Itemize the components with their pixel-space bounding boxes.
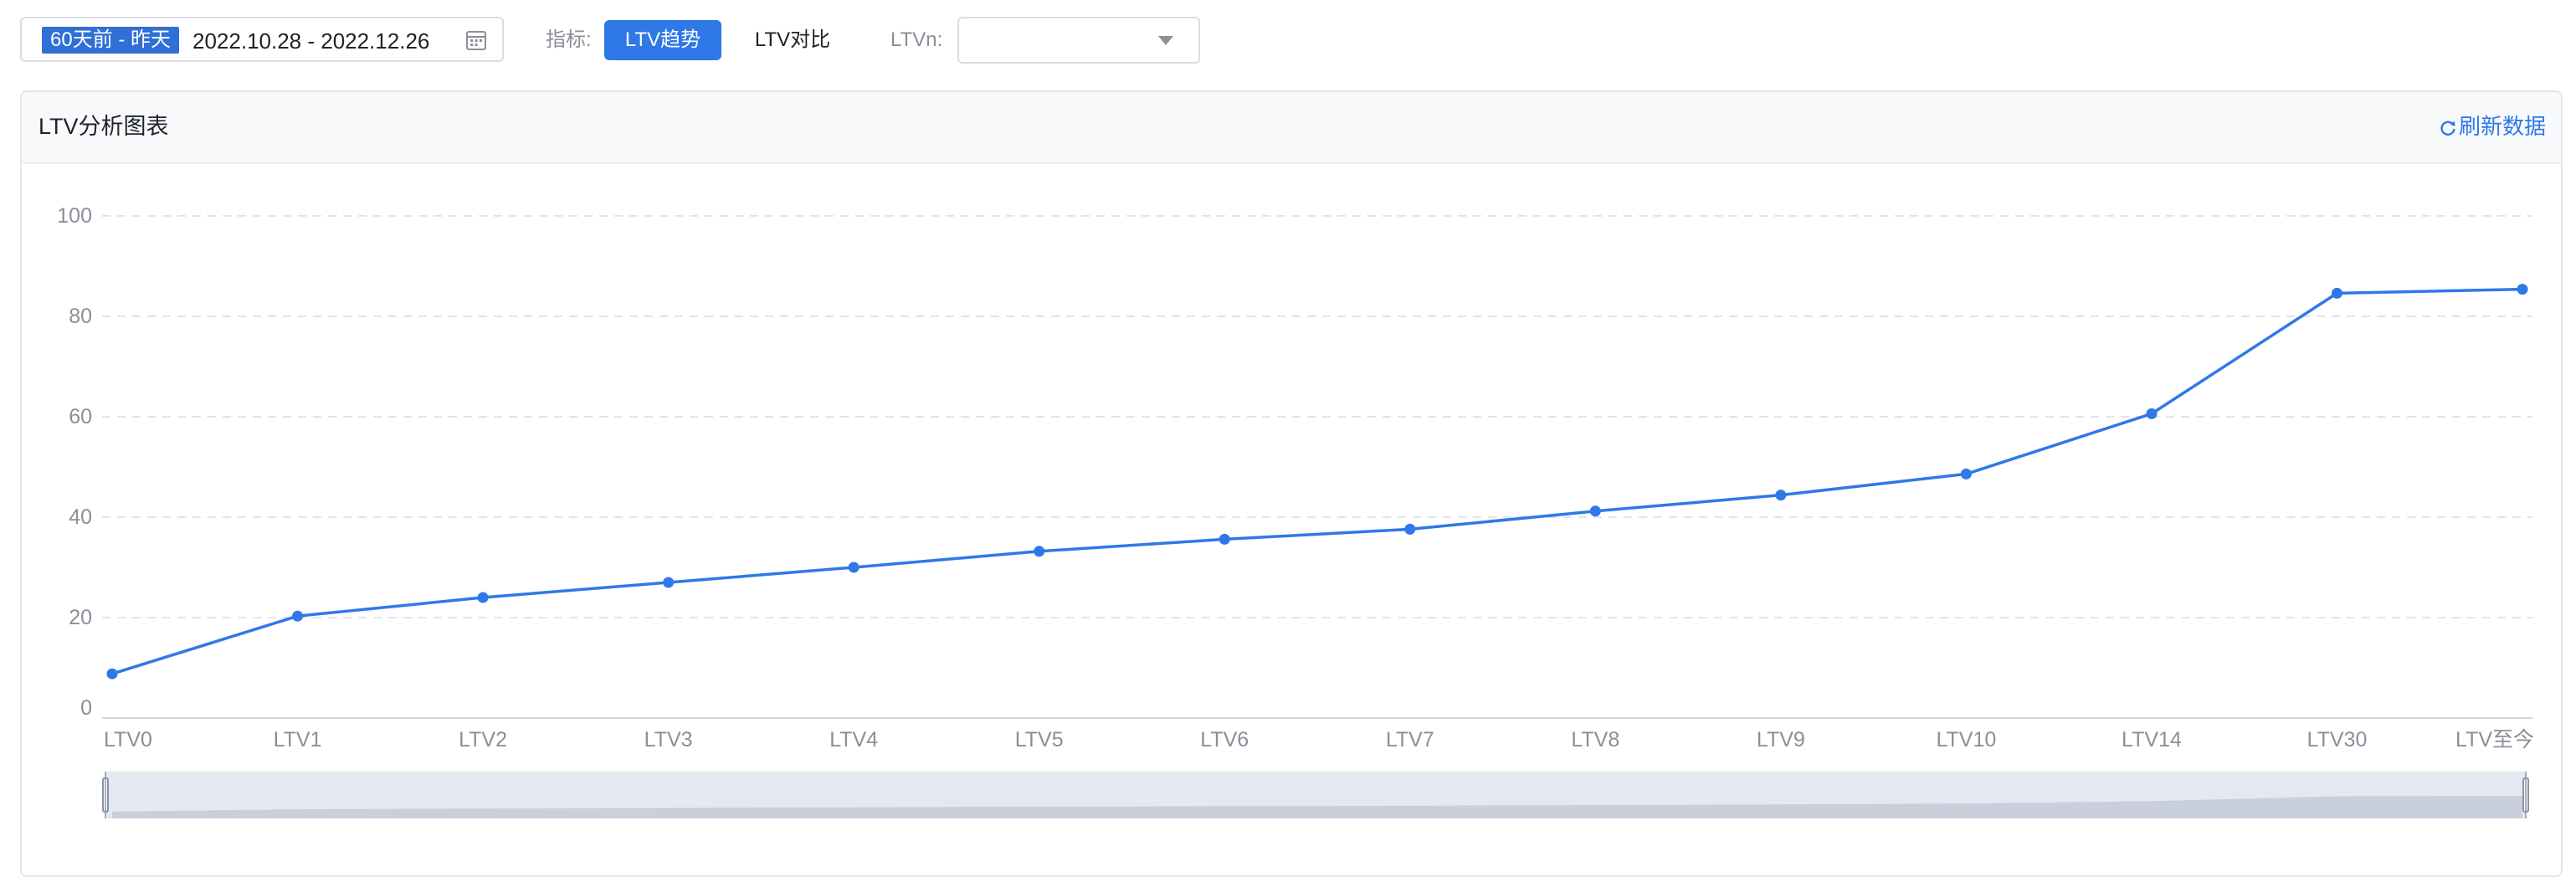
tab-ltv-trend[interactable]: LTV趋势	[604, 20, 721, 60]
y-tick-label: 60	[69, 405, 92, 428]
data-point[interactable]	[1589, 505, 1601, 517]
x-tick-label: LTV10	[1936, 728, 1996, 751]
y-tick-label: 20	[69, 606, 92, 629]
x-tick-label: LTV30	[2307, 728, 2368, 751]
data-point[interactable]	[848, 562, 860, 573]
data-point[interactable]	[477, 592, 489, 603]
x-tick-label: LTV6	[1200, 728, 1249, 751]
x-tick-label: LTV2	[459, 728, 507, 751]
y-tick-label: 100	[57, 204, 92, 228]
caret-down-icon	[1158, 36, 1173, 45]
x-tick-label: LTV至今	[2455, 728, 2534, 751]
y-tick-label: 0	[80, 696, 92, 720]
x-tick-label: LTV9	[1757, 728, 1805, 751]
x-tick-label: LTV4	[829, 728, 878, 751]
data-point[interactable]	[2146, 408, 2158, 419]
y-tick-label: 40	[69, 505, 92, 529]
y-tick-label: 80	[69, 305, 92, 328]
date-range-text: 2022.10.28 - 2022.12.26	[192, 28, 430, 54]
data-point[interactable]	[1775, 490, 1787, 501]
calendar-icon[interactable]	[465, 29, 487, 51]
metric-label: 指标:	[546, 28, 592, 51]
x-tick-label: LTV7	[1386, 728, 1434, 751]
data-point[interactable]	[1960, 468, 1972, 480]
data-point[interactable]	[2517, 284, 2528, 295]
data-point[interactable]	[663, 577, 675, 588]
filter-toolbar: 60天前 - 昨天 2022.10.28 - 2022.12.26 指标: LT…	[0, 0, 2576, 84]
x-tick-label: LTV8	[1571, 728, 1619, 751]
ltvn-label: LTVn:	[890, 28, 943, 51]
data-point[interactable]	[1034, 546, 1045, 557]
date-range-picker[interactable]: 60天前 - 昨天 2022.10.28 - 2022.12.26	[20, 17, 504, 62]
tab-ltv-compare[interactable]: LTV对比	[738, 20, 847, 60]
data-point[interactable]	[2331, 287, 2343, 299]
ltv-chart-panel: LTV分析图表 刷新数据 0 20 40 60 80 100 LTV0 LTV1 LTV2 LTV…	[20, 90, 2563, 877]
ltv-line-chart: 0 20 40 60 80 100 LTV0 LTV1 LTV2 LTV3 LTV4 LTV5 LTV6…	[57, 204, 2534, 818]
x-tick-label: LTV3	[644, 728, 693, 751]
data-point[interactable]	[106, 668, 118, 680]
ltvn-select[interactable]	[957, 17, 1200, 64]
data-point[interactable]	[1219, 533, 1230, 545]
x-tick-label: LTV0	[104, 728, 152, 751]
x-tick-label: LTV5	[1015, 728, 1064, 751]
series-line	[111, 287, 2523, 675]
date-preset-chip[interactable]: 60天前 - 昨天	[42, 27, 180, 54]
data-point[interactable]	[292, 610, 304, 622]
x-tick-label: LTV14	[2122, 728, 2182, 751]
x-tick-label: LTV1	[274, 728, 322, 751]
data-point[interactable]	[1404, 523, 1416, 535]
